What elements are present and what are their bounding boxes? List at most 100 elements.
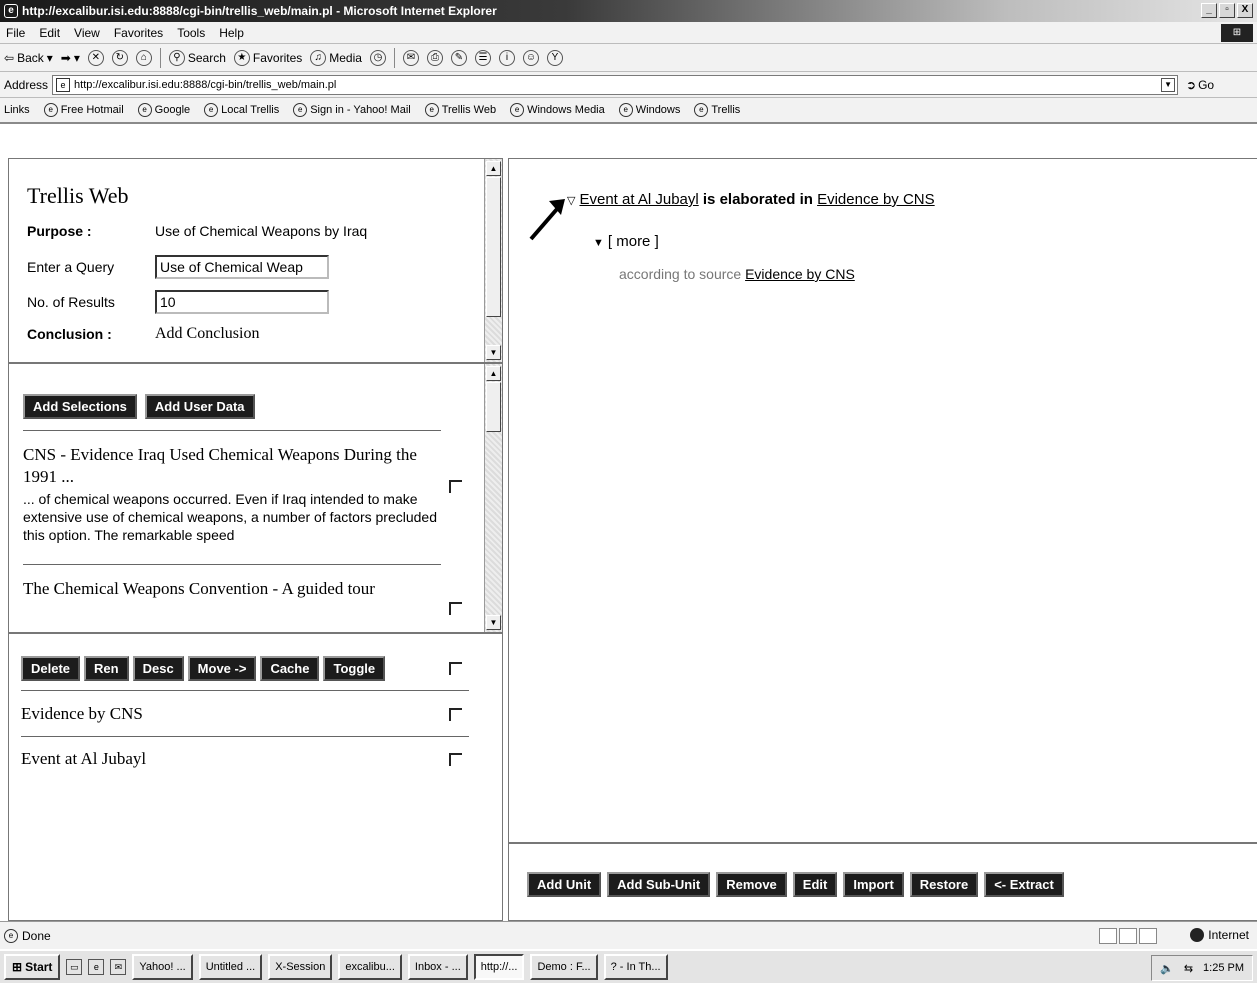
minimize-button[interactable]: _ [1201, 3, 1217, 18]
discuss-icon[interactable]: ☰ [474, 49, 491, 66]
link-google[interactable]: e Google [137, 103, 190, 117]
task-browser-active[interactable]: http://... [473, 954, 525, 980]
menu-file[interactable]: File [6, 26, 25, 40]
results-count-input[interactable] [155, 290, 329, 314]
remove-button[interactable]: Remove [716, 872, 787, 897]
menu-help[interactable]: Help [219, 26, 244, 40]
edit-icon[interactable]: ✎ [450, 49, 467, 66]
task-x-session[interactable]: X-Session [268, 954, 333, 980]
cache-button[interactable]: Cache [260, 656, 320, 681]
delete-button[interactable]: Delete [21, 656, 81, 681]
result-checkbox[interactable] [449, 480, 462, 493]
link-label: Sign in - Yahoo! Mail [310, 104, 411, 116]
expand-triangle-icon[interactable]: ▽ [567, 194, 575, 207]
results-frame-scrollbar[interactable]: ▲ ▼ [484, 364, 502, 632]
menu-view[interactable]: View [74, 26, 100, 40]
taskbar: ⊞ Start ▭ e ✉ Yahoo! ... Untitled ... X-S… [0, 949, 1257, 983]
restore-button[interactable]: Restore [909, 872, 979, 897]
describe-button[interactable]: Desc [132, 656, 184, 681]
messenger-icon[interactable]: ☺ [522, 49, 539, 66]
task-inbox[interactable]: Inbox - ... [407, 954, 468, 980]
task-untitled[interactable]: Untitled ... [198, 954, 263, 980]
query-frame-scrollbar[interactable]: ▲ ▼ [484, 159, 502, 362]
edit-button[interactable]: Edit [792, 872, 838, 897]
unit-item[interactable]: Evidence by CNS [21, 704, 143, 724]
favorites-button[interactable]: ★ Favorites [233, 49, 302, 66]
link-free-hotmail[interactable]: e Free Hotmail [43, 103, 124, 117]
result-title[interactable]: The Chemical Weapons Convention - A guid… [23, 578, 443, 600]
select-all-checkbox[interactable] [449, 662, 462, 675]
yahoo-icon[interactable]: Y [546, 49, 563, 66]
import-button[interactable]: Import [843, 872, 904, 897]
unit-checkbox[interactable] [449, 708, 462, 721]
link-yahoo-mail[interactable]: e Sign in - Yahoo! Mail [293, 103, 411, 117]
add-conclusion-link[interactable]: Add Conclusion [155, 325, 259, 343]
scroll-thumb[interactable] [486, 177, 501, 317]
info-icon[interactable]: i [498, 49, 515, 66]
network-icon[interactable]: ⇆ [1184, 962, 1193, 975]
rename-button[interactable]: Ren [84, 656, 129, 681]
link-local-trellis[interactable]: e Local Trellis [204, 103, 279, 117]
outlook-quicklaunch-icon[interactable]: ✉ [110, 959, 127, 975]
search-button[interactable]: ⚲ Search [168, 49, 226, 66]
menu-tools[interactable]: Tools [177, 26, 205, 40]
more-link[interactable]: [ more ] [608, 233, 659, 250]
divider [21, 736, 469, 737]
print-icon[interactable]: ⎙ [426, 49, 443, 66]
scroll-down-arrow-icon[interactable]: ▼ [486, 615, 501, 630]
toggle-button[interactable]: Toggle [323, 656, 386, 681]
mail-icon[interactable]: ✉ [402, 49, 419, 66]
task-yahoo[interactable]: Yahoo! ... [132, 954, 193, 980]
result-checkbox[interactable] [449, 602, 462, 615]
close-button[interactable]: X [1237, 3, 1253, 18]
link-windows-media[interactable]: e Windows Media [510, 103, 605, 117]
scroll-up-arrow-icon[interactable]: ▲ [486, 366, 501, 381]
add-selections-button[interactable]: Add Selections [23, 394, 137, 419]
menu-edit[interactable]: Edit [39, 26, 60, 40]
scroll-thumb[interactable] [486, 382, 501, 432]
scroll-down-arrow-icon[interactable]: ▼ [486, 345, 501, 360]
result-title[interactable]: CNS - Evidence Iraq Used Chemical Weapon… [23, 444, 443, 488]
address-input[interactable]: e http://excalibur.isi.edu:8888/cgi-bin/… [52, 74, 1179, 95]
back-button[interactable]: ⇦ Back ▾ [4, 51, 53, 65]
home-icon[interactable]: ⌂ [135, 49, 152, 66]
show-desktop-icon[interactable]: ▭ [66, 959, 83, 975]
stop-icon[interactable]: ✕ [87, 49, 104, 66]
go-button[interactable]: ➲ Go [1186, 78, 1214, 92]
volume-icon[interactable]: 🔈 [1160, 962, 1174, 975]
scroll-up-arrow-icon[interactable]: ▲ [486, 161, 501, 176]
window-title-bar: e http://excalibur.isi.edu:8888/cgi-bin/… [0, 0, 1257, 22]
unit-checkbox[interactable] [449, 753, 462, 766]
task-excalibur[interactable]: excalibu... [338, 954, 402, 980]
ie-quicklaunch-icon[interactable]: e [88, 959, 105, 975]
history-icon[interactable]: ◷ [369, 49, 386, 66]
query-label: Enter a Query [27, 259, 115, 275]
forward-button[interactable]: ➡ ▾ [61, 51, 80, 65]
maximize-button[interactable]: ▫ [1219, 3, 1235, 18]
task-demo[interactable]: Demo : F... [530, 954, 598, 980]
extract-button[interactable]: <- Extract [984, 872, 1064, 897]
link-windows[interactable]: e Windows [618, 103, 680, 117]
windows-flag-icon: ⊞ [1221, 24, 1253, 42]
result-snippet: ... of chemical weapons occurred. Even i… [23, 491, 438, 543]
task-in-th[interactable]: ? - In Th... [603, 954, 668, 980]
node-object-link[interactable]: Evidence by CNS [817, 191, 935, 208]
unit-item[interactable]: Event at Al Jubayl [21, 749, 146, 769]
query-input[interactable] [155, 255, 329, 279]
add-sub-unit-button[interactable]: Add Sub-Unit [607, 872, 711, 897]
link-trellis-web[interactable]: e Trellis Web [424, 103, 496, 117]
add-unit-button[interactable]: Add Unit [527, 872, 602, 897]
media-button[interactable]: ♫ Media [310, 49, 362, 66]
node-subject-link[interactable]: Event at Al Jubayl [579, 191, 698, 208]
expand-triangle-icon[interactable]: ▼ [593, 237, 604, 249]
link-trellis[interactable]: e Trellis [694, 103, 740, 117]
start-label: Start [25, 960, 53, 974]
action-buttons-frame: Add Unit Add Sub-Unit Remove Edit Import… [508, 843, 1257, 921]
move-button[interactable]: Move -> [187, 656, 257, 681]
menu-favorites[interactable]: Favorites [114, 26, 163, 40]
address-dropdown-icon[interactable]: ▼ [1161, 77, 1176, 92]
start-button[interactable]: ⊞ Start [4, 954, 61, 980]
add-user-data-button[interactable]: Add User Data [144, 394, 255, 419]
source-link[interactable]: Evidence by CNS [745, 266, 855, 282]
refresh-icon[interactable]: ↻ [111, 49, 128, 66]
